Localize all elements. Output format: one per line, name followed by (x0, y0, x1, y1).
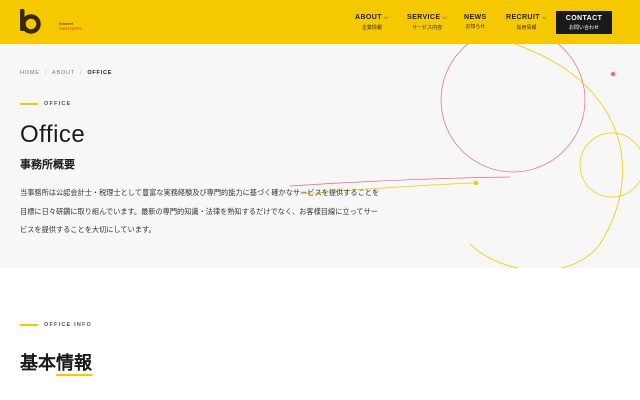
breadcrumb-home[interactable]: HOME (20, 70, 40, 76)
nav-recruit-sub: 採用情報 (516, 25, 537, 31)
yellow-dot-decoration (473, 180, 479, 186)
contact-button[interactable]: CONTACT お問い合わせ (556, 11, 612, 34)
yellow-circle-decoration (579, 132, 640, 198)
nav-service-sub: サービス内容 (412, 25, 443, 31)
section-title: 基本情報 (20, 353, 92, 374)
hero-lead-text: 当事務所は公認会計士・税理士として豊富な実務経験及び専門的能力に基づく確かなサー… (20, 188, 380, 234)
page-subtitle: 事務所概要 (20, 158, 75, 171)
nav-item-about[interactable]: ABOUT ⌵ 企業情報 (355, 14, 389, 31)
nav-news-label: NEWS (464, 14, 487, 21)
yellow-arc-decoration (469, 44, 623, 268)
nav-item-news[interactable]: NEWS お知らせ (464, 14, 487, 30)
section-title-underline (56, 374, 92, 376)
red-dot-decoration (610, 71, 616, 77)
nav-item-recruit[interactable]: RECRUIT ⌵ 採用情報 (506, 14, 547, 31)
page-title: Office (20, 121, 86, 148)
breadcrumb: HOME / ABOUT / OFFICE (20, 70, 112, 76)
red-circle-decoration (440, 44, 586, 173)
nav-about-label: ABOUT (355, 14, 382, 21)
logo-line2: PARTNERS (59, 26, 83, 31)
info-eyebrow-text: OFFICE INFO (44, 322, 93, 328)
breadcrumb-about[interactable]: ABOUT (52, 70, 75, 76)
eyebrow-bar (20, 103, 38, 105)
breadcrumb-separator: / (44, 70, 48, 76)
info-eyebrow: OFFICE INFO (20, 322, 92, 328)
site-header: bdcmet PARTNERS ABOUT ⌵ 企業情報 SERVICE ⌵ サービ… (0, 0, 640, 44)
hero-eyebrow-text: OFFICE (44, 101, 72, 107)
breadcrumb-separator: / (79, 70, 83, 76)
logo[interactable]: bdcmet PARTNERS (18, 8, 82, 36)
hero-section: HOME / ABOUT / OFFICE OFFICE Office 事務所概要 当事… (0, 44, 640, 268)
chevron-down-icon: ⌵ (383, 15, 389, 21)
hero-eyebrow: OFFICE (20, 101, 71, 107)
logo-text: bdcmet PARTNERS (59, 21, 82, 31)
nav-recruit-label: RECRUIT (506, 14, 540, 21)
nav-item-service[interactable]: SERVICE ⌵ サービス内容 (407, 14, 447, 31)
contact-label: CONTACT (565, 15, 603, 22)
logo-mark-icon (20, 9, 41, 34)
chevron-down-icon: ⌵ (541, 15, 547, 21)
chevron-down-icon: ⌵ (442, 15, 448, 21)
nav-news-sub: お知らせ (465, 24, 486, 30)
contact-sub: お問い合わせ (568, 25, 599, 31)
nav-service-label: SERVICE (407, 14, 441, 21)
eyebrow-bar (20, 324, 38, 326)
nav-about-sub: 企業情報 (361, 25, 382, 31)
breadcrumb-current: OFFICE (87, 70, 113, 76)
